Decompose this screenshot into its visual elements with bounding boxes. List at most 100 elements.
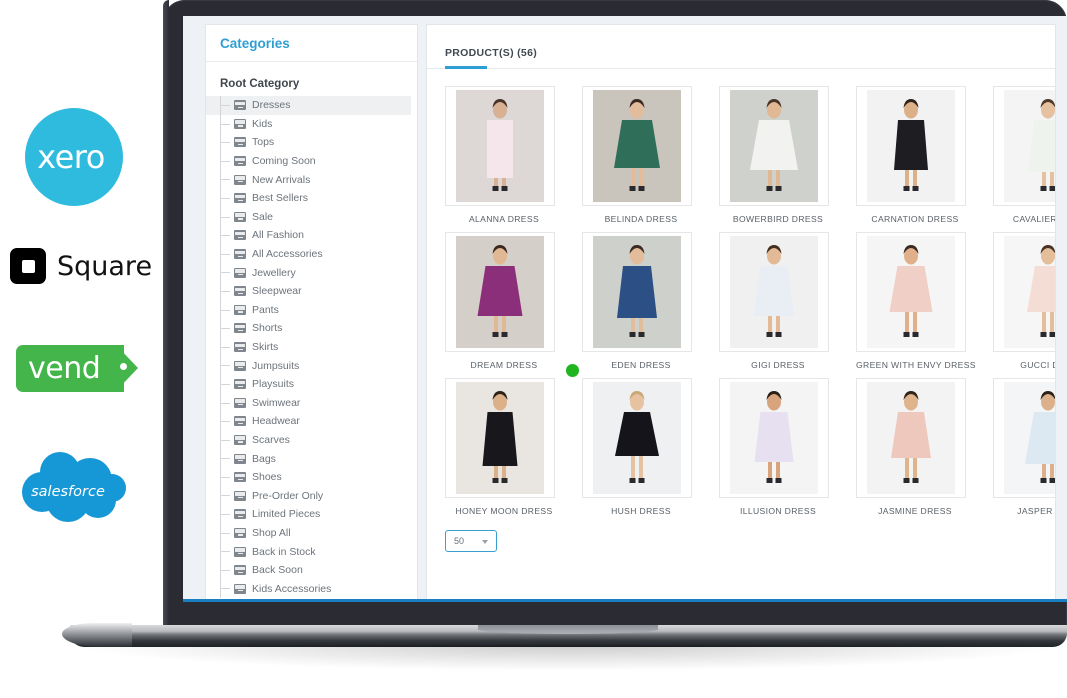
product-thumbnail[interactable] [719, 86, 829, 206]
product-thumbnail[interactable] [856, 378, 966, 498]
product-tile[interactable]: GREEN WITH ENVY DRESS [856, 232, 976, 370]
vend-logo-dot [120, 363, 127, 370]
product-name-label: CAVALIER DRESS [1012, 214, 1056, 224]
category-item-label: Jumpsuits [252, 359, 300, 372]
product-tile[interactable]: GUCCI DRESS [993, 232, 1055, 370]
category-item-label: Best Sellers [252, 192, 309, 205]
category-item-pants[interactable]: Pants [206, 300, 411, 320]
product-thumbnail[interactable] [993, 378, 1055, 498]
category-item-label: Bags [252, 452, 276, 465]
product-thumbnail[interactable] [445, 232, 555, 352]
category-item-back-in-stock[interactable]: Back in Stock [206, 542, 411, 561]
product-tile[interactable]: EDEN DRESS [582, 232, 700, 370]
category-item-label: Shoes [252, 471, 282, 484]
chevron-down-icon [482, 540, 488, 544]
category-item-label: Shop All [252, 526, 291, 539]
category-item-label: Kids [252, 117, 273, 130]
product-tile[interactable]: HUSH DRESS [566, 364, 700, 516]
product-thumbnail[interactable] [445, 86, 555, 206]
category-item-playsuits[interactable]: Playsuits [206, 374, 411, 394]
category-item-best-sellers[interactable]: Best Sellers [206, 188, 411, 208]
product-tile[interactable]: BELINDA DRESS [582, 86, 700, 224]
category-item-dresses[interactable]: Dresses [206, 96, 411, 115]
category-item-bags[interactable]: Bags [206, 449, 411, 468]
product-tile[interactable]: JASPER DRESS [993, 378, 1055, 516]
category-item-pre-order-only[interactable]: Pre-Order Only [206, 486, 411, 506]
product-tile[interactable]: GIGI DRESS [719, 232, 837, 370]
category-item-back-soon[interactable]: Back Soon [206, 560, 411, 580]
product-tile[interactable]: CARNATION DRESS [856, 86, 974, 224]
product-thumbnail[interactable] [993, 86, 1055, 206]
vend-logo-text: vend [28, 351, 101, 386]
category-item-label: Tops [252, 136, 275, 149]
category-folder-icon [234, 193, 246, 204]
category-folder-icon [234, 434, 246, 445]
category-item-shop-all[interactable]: Shop All [206, 523, 411, 543]
product-tile[interactable]: BOWERBIRD DRESS [719, 86, 837, 224]
category-item-scarves[interactable]: Scarves [206, 430, 411, 450]
product-thumbnail[interactable] [856, 232, 966, 352]
category-item-sleepwear[interactable]: Sleepwear [206, 281, 411, 301]
category-item-label: Skirts [252, 341, 279, 354]
product-thumbnail[interactable] [445, 378, 555, 498]
product-thumbnail[interactable] [719, 378, 829, 498]
category-item-label: Dresses [252, 99, 291, 112]
square-logo: Square [10, 248, 152, 284]
category-folder-icon [234, 323, 246, 334]
category-item-jumpsuits[interactable]: Jumpsuits [206, 356, 411, 375]
category-item-label: Headwear [252, 415, 300, 428]
laptop-shadow [70, 645, 1067, 671]
product-thumbnail[interactable] [993, 232, 1055, 352]
laptop-base-notch [478, 625, 658, 634]
product-tile[interactable]: JASMINE DRESS [856, 378, 974, 516]
category-folder-icon [234, 286, 246, 297]
category-item-tops[interactable]: Tops [206, 133, 411, 152]
category-item-headwear[interactable]: Headwear [206, 412, 411, 431]
category-folder-icon [234, 174, 246, 185]
category-item-kids[interactable]: Kids [206, 114, 411, 134]
product-tile[interactable]: ILLUSION DRESS [719, 378, 837, 516]
category-folder-icon [234, 565, 246, 576]
product-thumbnail[interactable] [582, 232, 692, 352]
xero-logo-inner-dot [94, 157, 100, 163]
category-item-shoes[interactable]: Shoes [206, 467, 411, 487]
product-thumbnail[interactable] [582, 378, 692, 498]
categories-title: Categories [220, 35, 290, 51]
product-thumbnail[interactable] [719, 232, 829, 352]
category-item-skirts[interactable]: Skirts [206, 337, 411, 357]
tab-products[interactable]: PRODUCT(S) (56) [445, 47, 537, 69]
category-tree: Dresses Kids Tops Coming Soon New Arrivals Be… [206, 96, 417, 599]
category-item-sale[interactable]: Sale [206, 207, 411, 227]
square-logo-text: Square [57, 250, 153, 282]
product-name-label: BOWERBIRD DRESS [732, 214, 824, 224]
category-item-limited-pieces[interactable]: Limited Pieces [206, 505, 411, 524]
product-name-label: GUCCI DRESS [1020, 360, 1055, 370]
category-item-new-arrivals[interactable]: New Arrivals [206, 170, 411, 189]
category-item-all-fashion[interactable]: All Fashion [206, 226, 411, 245]
product-tile[interactable]: CAVALIER DRESS [993, 86, 1056, 224]
category-item-jewellery[interactable]: Jewellery [206, 263, 411, 282]
category-item-label: Limited Pieces [252, 508, 321, 521]
category-item-kids-accessories[interactable]: Kids Accessories [206, 579, 411, 599]
product-tile[interactable]: DREAM DRESS [445, 232, 563, 370]
product-tile[interactable]: HONEY MOON DRESS [445, 378, 563, 516]
product-thumbnail[interactable] [856, 86, 966, 206]
category-item-swimwear[interactable]: Swimwear [206, 393, 411, 413]
category-item-shorts[interactable]: Shorts [206, 319, 411, 338]
category-folder-icon [234, 304, 246, 315]
salesforce-logo-text: salesforce [31, 484, 105, 500]
product-thumbnail[interactable] [582, 86, 692, 206]
page-size-select[interactable]: 50 [445, 530, 497, 552]
category-item-label: Pants [252, 303, 279, 316]
screenshot-root: xero Square vend salesforce Categories R… [0, 0, 1067, 698]
category-item-all-accessories[interactable]: All Accessories [206, 244, 411, 264]
categories-panel: Categories Root Category Dresses Kids Tops… [205, 24, 418, 599]
category-folder-icon [234, 156, 246, 167]
product-tile[interactable]: ALANNA DRESS [445, 86, 563, 224]
partner-logo-column: xero Square vend salesforce [0, 0, 175, 698]
vend-logo: vend [16, 345, 138, 392]
category-item-label: Playsuits [252, 378, 295, 391]
page-size-value: 50 [454, 536, 465, 546]
category-folder-icon [234, 397, 246, 408]
category-item-coming-soon[interactable]: Coming Soon [206, 151, 411, 171]
